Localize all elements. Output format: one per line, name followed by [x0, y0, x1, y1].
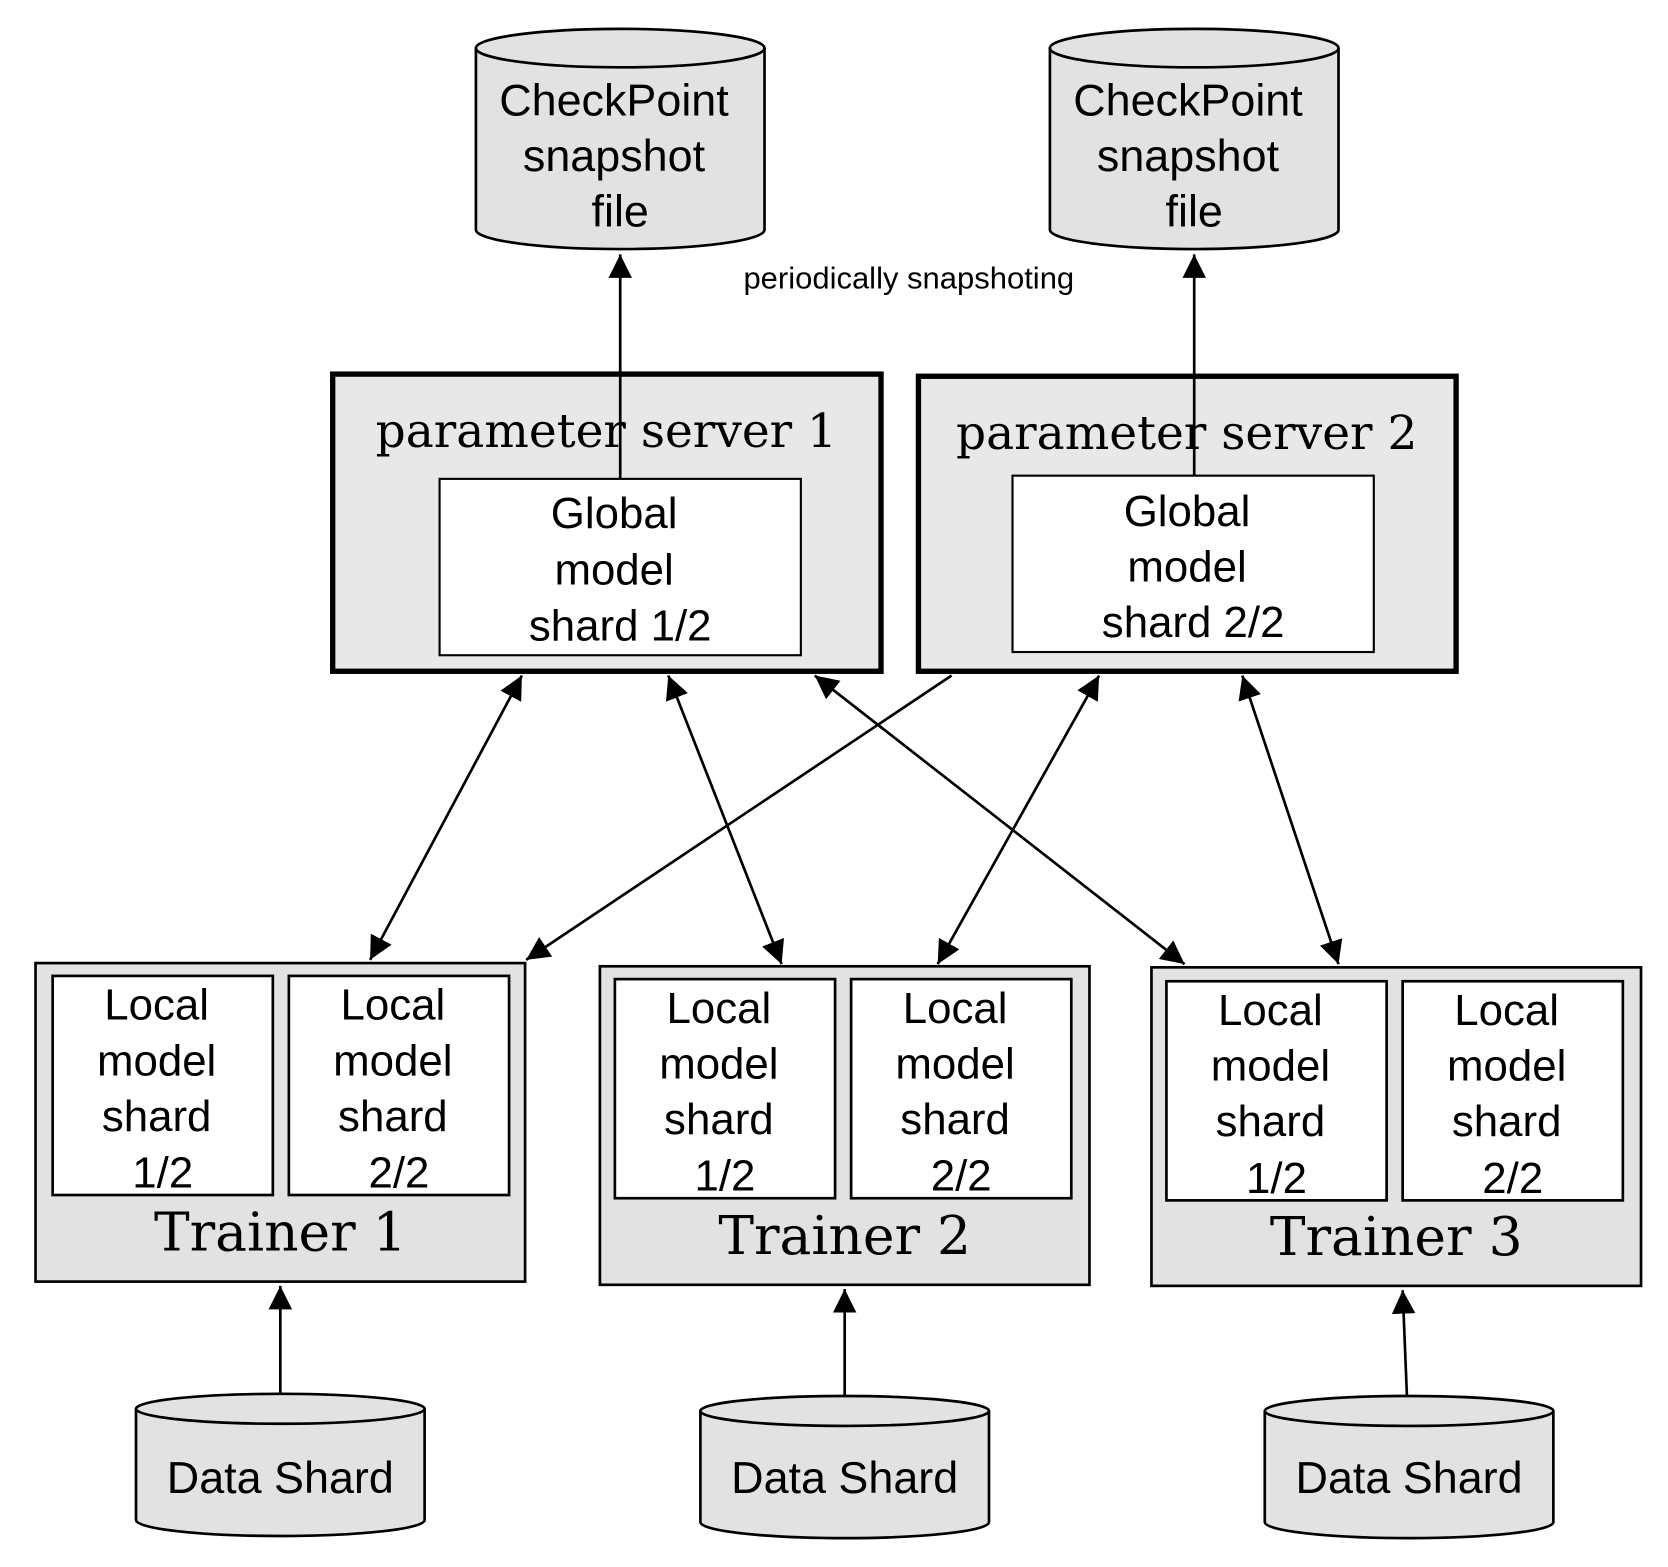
data-shard-2[interactable]: Data Shard [699, 1394, 991, 1540]
trainer-title: Trainer 1 [154, 1201, 407, 1264]
shard-line: Local [1454, 986, 1559, 1035]
parameter-server-2[interactable]: parameter server 2 Global model shard 2/… [915, 373, 1459, 674]
checkpoint-line: snapshot [523, 130, 706, 181]
shard-line: Local [340, 981, 445, 1030]
shard-line: shard [664, 1095, 774, 1144]
shard-line: model [1127, 542, 1246, 591]
edge-server2-trainer2 [936, 674, 1101, 965]
edge-server1-trainer1 [368, 674, 524, 961]
shard-line: 2/2 [369, 1149, 430, 1198]
shard-line: model [1211, 1042, 1330, 1091]
checkpoint-file-2[interactable]: CheckPoint snapshot file [1048, 27, 1340, 251]
shard-line: model [97, 1036, 216, 1085]
checkpoint-line: file [1166, 186, 1223, 237]
shard-line: shard [1216, 1097, 1326, 1146]
shard-line: Global [551, 489, 678, 538]
parameter-server-1[interactable]: parameter server 1 Global model shard 1/… [330, 371, 884, 674]
data-shard-label: Data Shard [1296, 1452, 1523, 1503]
cylinder-top [1048, 27, 1340, 69]
checkpoint-line: CheckPoint [1073, 74, 1303, 125]
data-shard-label: Data Shard [731, 1452, 958, 1503]
edge-server2-trainer1 [525, 674, 953, 961]
server-title: parameter server 2 [956, 406, 1417, 461]
shard-line: Local [667, 984, 772, 1033]
trainer-2[interactable]: Local model shard 1/2 Local model shard … [598, 964, 1091, 1287]
shard-line: Local [104, 981, 209, 1030]
cylinder-top [134, 1392, 426, 1426]
edge-server1-trainer3 [813, 674, 1186, 966]
shard-line: 1/2 [1246, 1154, 1307, 1203]
shard-line: shard [900, 1095, 1010, 1144]
trainer-1[interactable]: Local model shard 1/2 Local model shard … [34, 961, 527, 1283]
cylinder-top [1263, 1394, 1555, 1428]
shard-line: 1/2 [695, 1152, 756, 1201]
edge-datashard3-trainer3 [1391, 1290, 1416, 1397]
shard-line: Local [1218, 986, 1323, 1035]
shard-line: shard [102, 1092, 212, 1141]
checkpoint-line: CheckPoint [499, 74, 729, 125]
checkpoint-line: snapshot [1097, 130, 1280, 181]
shard-line: shard [1452, 1097, 1562, 1146]
edge-server2-trainer3 [1238, 675, 1343, 965]
svg-text:Global model shard: Global model shard 1/2 [529, 489, 712, 650]
shard-line: Global [1124, 487, 1251, 536]
shard-line: model [895, 1040, 1014, 1089]
trainer-title: Trainer 3 [1270, 1205, 1523, 1268]
snapshot-edge-label: periodically snapshoting [743, 261, 1074, 296]
cylinder-top [474, 27, 766, 69]
checkpoint-file-1[interactable]: CheckPoint snapshot file [474, 27, 766, 251]
shard-line: shard 1/2 [529, 601, 712, 650]
diagram-canvas: CheckPoint snapshot file CheckPoint snap… [34, 27, 1643, 1540]
cylinder-top [699, 1394, 991, 1428]
shard-line: shard 2/2 [1102, 598, 1285, 647]
server-title: parameter server 1 [376, 404, 837, 459]
shard-line: model [1447, 1042, 1566, 1091]
shard-line: 1/2 [132, 1149, 193, 1198]
shard-line: 2/2 [1482, 1154, 1543, 1203]
shard-line: model [659, 1040, 778, 1089]
checkpoint-line: file [592, 186, 649, 237]
svg-text:Global model shard: Global model shard 2/2 [1102, 487, 1285, 647]
shard-line: model [333, 1036, 452, 1085]
trainer-3[interactable]: Local model shard 1/2 Local model shard … [1150, 966, 1643, 1288]
shard-line: Local [903, 984, 1008, 1033]
shard-line: shard [338, 1092, 448, 1141]
shard-line: 2/2 [931, 1152, 992, 1201]
shard-line: model [554, 546, 673, 595]
data-shard-label: Data Shard [167, 1452, 394, 1503]
data-shard-3[interactable]: Data Shard [1263, 1394, 1555, 1540]
data-shard-1[interactable]: Data Shard [134, 1392, 426, 1538]
edge-server1-trainer2 [665, 675, 784, 965]
trainer-title: Trainer 2 [718, 1204, 971, 1267]
